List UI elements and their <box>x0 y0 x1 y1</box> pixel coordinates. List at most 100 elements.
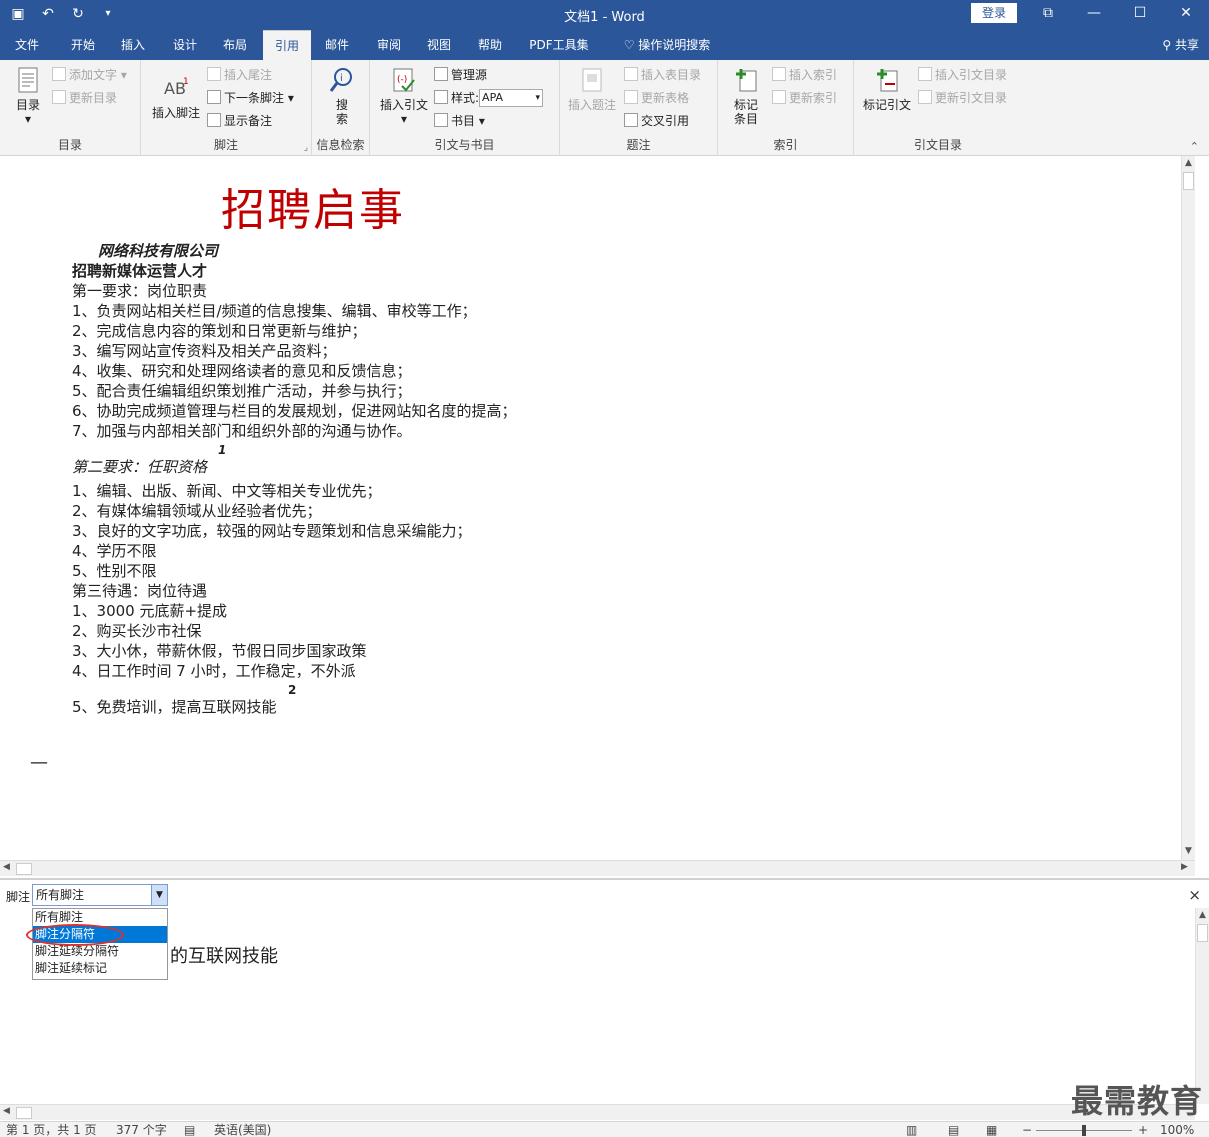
dropdown-option-all[interactable]: 所有脚注 <box>33 909 167 926</box>
share-button[interactable]: ⚲ 共享 <box>1162 30 1199 60</box>
collapse-ribbon-icon[interactable]: ⌃ <box>1190 140 1199 153</box>
tab-design[interactable]: 设计 <box>162 30 208 60</box>
tab-help[interactable]: 帮助 <box>467 30 513 60</box>
dropdown-option-continuation-notice[interactable]: 脚注延续标记 <box>33 960 167 977</box>
footnote-text[interactable]: 的互联网技能 <box>170 942 278 968</box>
bibliography-button[interactable]: 书目 ▾ <box>434 112 485 130</box>
watermark-logo: 最需教育 <box>1070 1082 1203 1120</box>
next-footnote-icon <box>207 90 221 104</box>
update-table-button[interactable]: 更新表格 <box>624 89 689 107</box>
insert-footnote-button[interactable]: AB 1 插入脚注 <box>149 74 203 120</box>
add-text-button[interactable]: 添加文字 ▾ <box>52 66 127 84</box>
lightbulb-icon: ♡ <box>623 38 639 52</box>
next-footnote-button[interactable]: 下一条脚注 ▾ <box>207 89 294 107</box>
footnote-mark[interactable]: 1 <box>218 443 226 457</box>
mark-citation-icon <box>877 69 898 92</box>
language-indicator[interactable]: 英语(美国) <box>214 1122 271 1137</box>
dialog-launcher-icon[interactable]: ⌟ <box>304 143 308 153</box>
style-selector: 样式: APA <box>434 89 544 107</box>
footnote-pane: 脚注 所有脚注 ▼ × 所有脚注 脚注分隔符 脚注延续分隔符 脚注延续标记 的互… <box>0 878 1209 1104</box>
endnote-icon <box>207 67 221 81</box>
style-icon <box>434 90 448 104</box>
footnote-vertical-scrollbar[interactable]: ▲ <box>1195 908 1209 1104</box>
scroll-up-icon[interactable]: ▲ <box>1185 158 1192 168</box>
footnote-horizontal-scrollbar[interactable]: ◀ <box>0 1104 1195 1120</box>
list-item: 6、协助完成频道管理与栏目的发展规划，促进网站知名度的提高； <box>72 402 517 420</box>
vertical-scrollbar[interactable]: ▲ ▼ <box>1181 156 1195 860</box>
scroll-left-icon[interactable]: ◀ <box>3 1106 10 1116</box>
read-mode-icon[interactable]: ▥ <box>906 1122 917 1137</box>
ribbon-display-icon[interactable]: ⧉ <box>1025 0 1071 28</box>
word-count[interactable]: 377 个字 <box>116 1122 167 1137</box>
scrollbar-thumb[interactable] <box>16 1107 32 1119</box>
login-button[interactable]: 登录 <box>971 3 1017 23</box>
update-index-button[interactable]: 更新索引 <box>772 89 837 107</box>
mark-citation-button[interactable]: 标记引文 <box>860 66 914 112</box>
show-notes-button[interactable]: 显示备注 <box>207 112 272 130</box>
dropdown-option-continuation-separator[interactable]: 脚注延续分隔符 <box>33 943 167 960</box>
tab-layout[interactable]: 布局 <box>212 30 258 60</box>
tab-references[interactable]: 引用 <box>263 30 311 60</box>
insert-citation-button[interactable]: (-) 插入引文 ▾ <box>378 66 430 126</box>
web-layout-icon[interactable]: ▦ <box>986 1122 997 1137</box>
group-index: 标记条目 插入索引 更新索引 索引 <box>718 60 854 156</box>
show-notes-icon <box>207 113 221 127</box>
toc-button[interactable]: 目录 ▾ <box>8 66 48 126</box>
tell-me-search[interactable]: ♡ 操作说明搜索 <box>612 30 722 60</box>
search-button[interactable]: i 搜索 <box>322 66 362 126</box>
footnote-mark[interactable]: 2 <box>288 683 296 697</box>
insert-index-button[interactable]: 插入索引 <box>772 66 837 84</box>
style-dropdown[interactable]: APA <box>479 89 544 107</box>
mark-entry-button[interactable]: 标记条目 <box>726 66 766 126</box>
scroll-left-icon[interactable]: ◀ <box>3 862 10 872</box>
tab-pdf-tools[interactable]: PDF工具集 <box>520 30 598 60</box>
list-item: 1、编辑、出版、新闻、中文等相关专业优先； <box>72 482 382 500</box>
close-button[interactable]: ✕ <box>1163 0 1209 28</box>
scroll-down-icon[interactable]: ▼ <box>1185 846 1192 856</box>
page-count[interactable]: 第 1 页，共 1 页 <box>6 1122 97 1137</box>
tab-mailings[interactable]: 邮件 <box>314 30 360 60</box>
tab-home[interactable]: 开始 <box>58 30 108 60</box>
title-bar: ▣ ↶ ↻ ▾ 文档1 - Word 登录 ⧉ — ☐ ✕ <box>0 0 1209 30</box>
tab-insert[interactable]: 插入 <box>110 30 156 60</box>
zoom-slider-handle[interactable] <box>1082 1125 1086 1136</box>
group-label-research: 信息检索 <box>316 138 365 152</box>
manage-sources-button[interactable]: 管理源 <box>434 66 487 84</box>
footnote-type-select[interactable]: 所有脚注 ▼ <box>32 884 168 906</box>
scrollbar-thumb[interactable] <box>1183 172 1194 190</box>
bibliography-icon <box>434 113 448 127</box>
insert-toa-icon <box>918 67 932 81</box>
print-layout-icon[interactable]: ▤ <box>948 1122 959 1137</box>
cross-reference-button[interactable]: 交叉引用 <box>624 112 689 130</box>
group-footnotes: AB 1 插入脚注 插入尾注 下一条脚注 ▾ 显示备注 脚注 ⌟ <box>141 60 312 156</box>
tab-file[interactable]: 文件 <box>4 30 50 60</box>
list-item: 5、免费培训，提高互联网技能 <box>72 698 277 716</box>
proofing-icon[interactable]: ▤ <box>184 1122 195 1137</box>
tab-view[interactable]: 视图 <box>416 30 462 60</box>
insert-caption-button[interactable]: 插入题注 <box>566 66 618 112</box>
insert-endnote-button[interactable]: 插入尾注 <box>207 66 272 84</box>
update-toc-button[interactable]: 更新目录 <box>52 89 117 107</box>
zoom-in-icon[interactable]: + <box>1138 1122 1148 1137</box>
svg-text:(-): (-) <box>397 75 407 85</box>
list-item: 3、良好的文字功底，较强的网站专题策划和信息采编能力； <box>72 522 472 540</box>
scroll-right-icon[interactable]: ▶ <box>1181 862 1188 872</box>
update-toa-button[interactable]: 更新引文目录 <box>918 89 1007 107</box>
minimize-button[interactable]: — <box>1071 0 1117 28</box>
chevron-down-icon[interactable]: ▼ <box>151 885 167 905</box>
scroll-up-icon[interactable]: ▲ <box>1199 910 1206 920</box>
tab-review[interactable]: 审阅 <box>366 30 412 60</box>
zoom-level[interactable]: 100% <box>1160 1122 1194 1137</box>
svg-text:i: i <box>340 73 343 84</box>
scrollbar-thumb[interactable] <box>1197 924 1208 942</box>
insert-tof-button[interactable]: 插入表目录 <box>624 66 701 84</box>
maximize-button[interactable]: ☐ <box>1117 0 1163 28</box>
document-area[interactable]: 招聘启事 网络科技有限公司 招聘新媒体运营人才 第一要求：岗位职责 1、负责网站… <box>0 156 1195 860</box>
close-icon[interactable]: × <box>1188 886 1201 904</box>
horizontal-scrollbar[interactable]: ◀ ▶ <box>0 860 1195 876</box>
group-citations: (-) 插入引文▾ 管理源 样式:APA 书目 ▾ 引文与书目 <box>370 60 560 156</box>
list-item: 1、3000 元底薪+提成 <box>72 602 228 620</box>
scrollbar-thumb[interactable] <box>16 863 32 875</box>
insert-toa-button[interactable]: 插入引文目录 <box>918 66 1007 84</box>
zoom-out-icon[interactable]: − <box>1022 1122 1032 1137</box>
